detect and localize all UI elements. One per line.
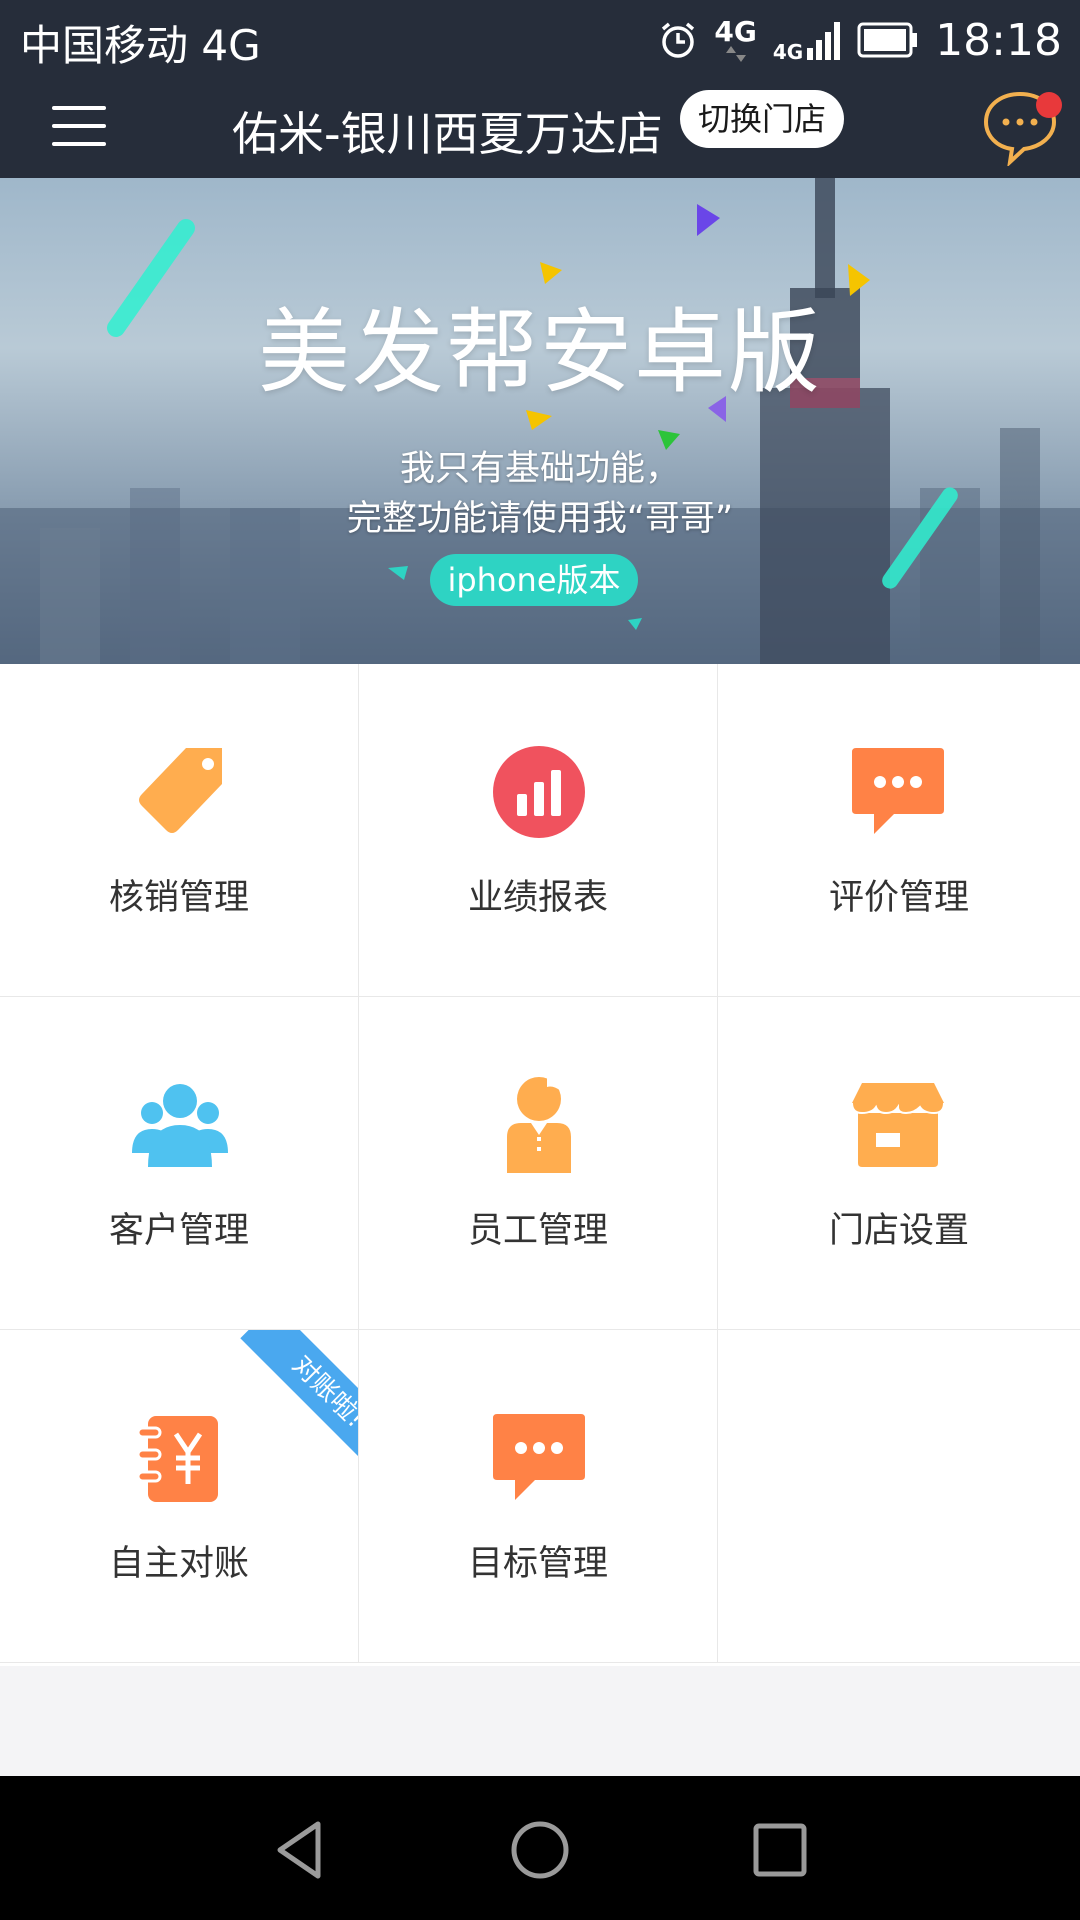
hamburger-icon	[52, 106, 106, 110]
grid-item-label: 评价管理	[828, 878, 969, 918]
grid-item-label: 客户管理	[108, 1211, 249, 1251]
grid-item-customer-management[interactable]: 客户管理	[0, 997, 359, 1330]
ribbon-label: 对账啦!	[240, 1330, 358, 1470]
grid-item-performance-report[interactable]: 业绩报表	[359, 664, 718, 997]
unread-badge	[1036, 92, 1062, 118]
alarm-icon	[662, 22, 695, 58]
comment-icon	[852, 748, 944, 834]
home-icon[interactable]	[508, 1818, 572, 1882]
signal-icon	[807, 22, 841, 60]
tag-icon	[139, 748, 222, 833]
banner-title: 美发帮安卓版	[257, 299, 822, 406]
iphone-version-pill[interactable]: iphone版本	[430, 554, 638, 606]
hamburger-icon-line	[52, 142, 106, 146]
network-type-label-2: 4G	[772, 40, 804, 64]
system-nav-bar	[0, 1776, 1080, 1920]
app-header: 佑米-银川西夏万达店 切换门店	[0, 78, 1080, 178]
hamburger-icon-line	[52, 124, 106, 128]
grid-item-label: 门店设置	[828, 1211, 969, 1251]
reconcile-ribbon: 对账啦!	[218, 1330, 358, 1470]
carrier-label: 中国移动 4G	[20, 21, 261, 70]
grid-item-label: 核销管理	[108, 878, 249, 918]
promo-banner[interactable]: 美发帮安卓版 我只有基础功能， 完整功能请使用我“哥哥” iphone版本	[0, 178, 1080, 664]
customers-icon	[132, 1084, 228, 1167]
store-icon	[851, 1083, 945, 1167]
data-arrows-icon	[725, 46, 746, 62]
banner-subtitle-2: 完整功能请使用我“哥哥”	[346, 499, 734, 539]
battery-icon	[857, 22, 918, 58]
target-comment-icon	[493, 1414, 585, 1500]
grid-item-target-management[interactable]: 目标管理	[359, 1330, 718, 1663]
network-type-label: 4G	[714, 15, 757, 48]
grid-item-verification[interactable]: 核销管理	[0, 664, 359, 997]
store-name-title: 佑米-银川西夏万达店	[232, 107, 663, 161]
grid-item-label: 自主对账	[108, 1544, 249, 1584]
grid-item-self-reconciliation[interactable]: 对账啦! 自主对账	[0, 1330, 359, 1663]
grid-item-review-management[interactable]: 评价管理	[718, 664, 1080, 997]
menu-button[interactable]	[52, 102, 108, 152]
banner-subtitle-1: 我只有基础功能，	[399, 449, 680, 489]
clock: 18:18	[935, 14, 1062, 66]
grid-item-label: 业绩报表	[467, 878, 608, 918]
grid-item-label: 目标管理	[467, 1544, 608, 1584]
recents-icon[interactable]	[748, 1818, 812, 1882]
grid-item-store-settings[interactable]: 门店设置	[718, 997, 1080, 1330]
ledger-icon	[136, 1416, 218, 1502]
grid-item-label: 员工管理	[467, 1211, 608, 1251]
status-bar: 中国移动 4G 4G 4G 18:18	[0, 0, 1080, 78]
back-icon[interactable]	[268, 1818, 332, 1882]
status-right: 4G 4G 18:18	[658, 10, 1062, 70]
grid-empty-cell	[718, 1330, 1080, 1663]
top-bar: 中国移动 4G 4G 4G 18:18 佑米-银川西夏万达店 切换门店	[0, 0, 1080, 178]
function-grid: 核销管理 业绩报表 评价管理 客户管理 员工管理 门店设置 对账啦! 自主对账 …	[0, 664, 1080, 1666]
bar-chart-icon	[493, 746, 585, 838]
staff-icon	[507, 1077, 571, 1173]
grid-item-staff-management[interactable]: 员工管理	[359, 997, 718, 1330]
switch-store-button[interactable]: 切换门店	[680, 90, 844, 148]
